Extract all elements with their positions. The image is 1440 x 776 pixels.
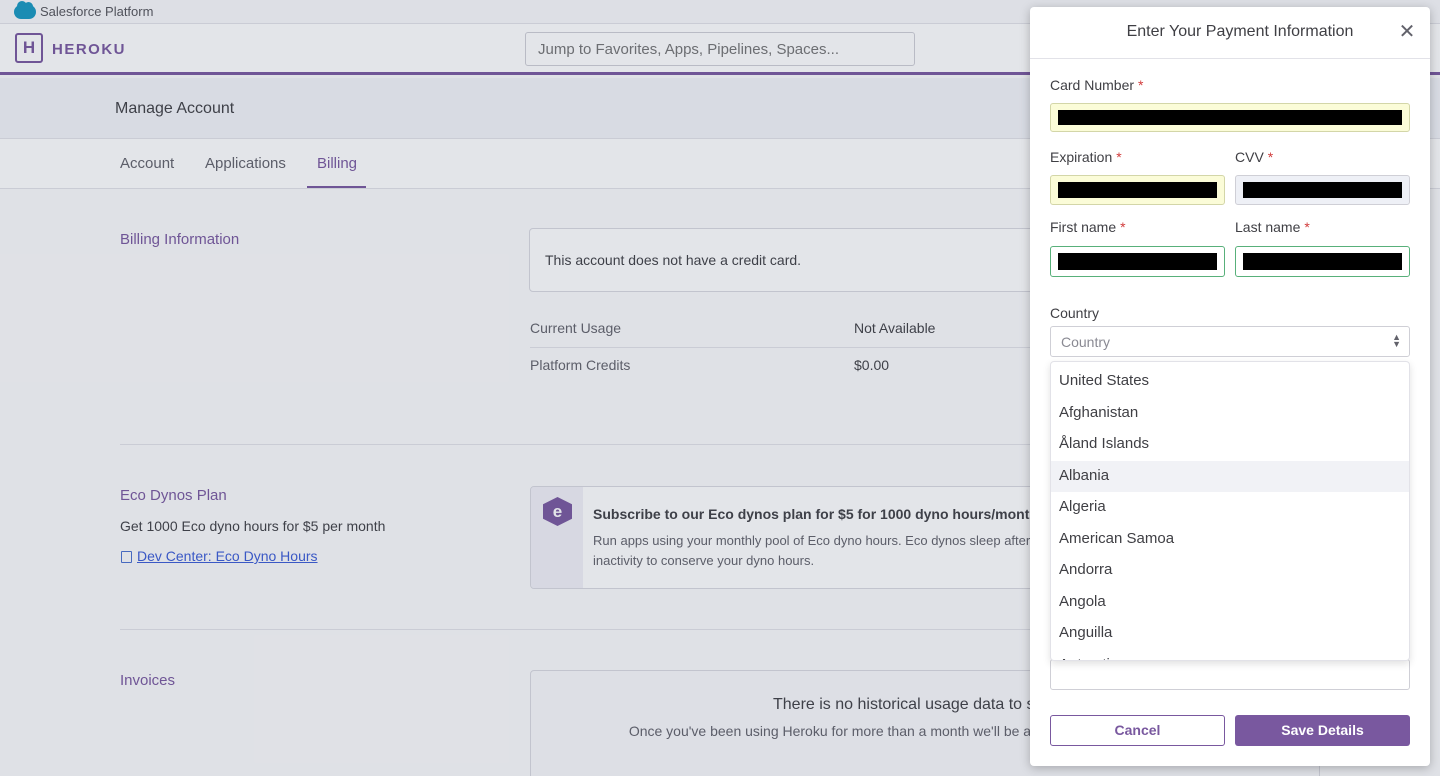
redacted-value xyxy=(1058,110,1402,125)
cvv-label: CVV * xyxy=(1235,149,1273,165)
first-name-label-text: First name xyxy=(1050,219,1117,235)
last-name-input[interactable] xyxy=(1235,246,1410,277)
card-number-label: Card Number * xyxy=(1050,77,1143,93)
expiration-input[interactable] xyxy=(1050,175,1225,205)
required-mark: * xyxy=(1304,219,1310,235)
card-number-label-text: Card Number xyxy=(1050,77,1135,93)
redacted-value xyxy=(1243,182,1402,198)
cancel-button[interactable]: Cancel xyxy=(1050,715,1225,746)
card-number-input[interactable] xyxy=(1050,103,1410,132)
state-input[interactable] xyxy=(1050,659,1410,690)
required-mark: * xyxy=(1267,149,1274,165)
required-mark: * xyxy=(1138,77,1144,93)
country-option[interactable]: United States xyxy=(1051,366,1409,397)
cvv-label-text: CVV xyxy=(1235,149,1264,165)
country-select-value: Country xyxy=(1061,334,1111,350)
required-mark: * xyxy=(1120,219,1126,235)
country-option[interactable]: Andorra xyxy=(1051,555,1409,586)
country-option[interactable]: Afghanistan xyxy=(1051,398,1409,429)
modal-header: Enter Your Payment Information ✕ xyxy=(1030,7,1430,59)
redacted-value xyxy=(1058,182,1217,198)
modal-title: Enter Your Payment Information xyxy=(1126,23,1354,40)
expiration-label-text: Expiration xyxy=(1050,149,1113,165)
country-dropdown[interactable]: United States Afghanistan Åland Islands … xyxy=(1050,361,1410,661)
last-name-label-text: Last name xyxy=(1235,219,1301,235)
cvv-input[interactable] xyxy=(1235,175,1410,205)
last-name-label: Last name * xyxy=(1235,219,1310,235)
close-icon[interactable]: ✕ xyxy=(1396,19,1418,45)
country-option[interactable]: Angola xyxy=(1051,587,1409,618)
country-label: Country xyxy=(1050,305,1100,321)
required-mark: * xyxy=(1116,149,1122,165)
redacted-value xyxy=(1243,253,1402,270)
first-name-input[interactable] xyxy=(1050,246,1225,277)
payment-modal: Enter Your Payment Information ✕ Card Nu… xyxy=(1030,7,1430,766)
save-details-button[interactable]: Save Details xyxy=(1235,715,1410,746)
first-name-label: First name * xyxy=(1050,219,1126,235)
country-option[interactable]: Anguilla xyxy=(1051,618,1409,649)
country-option[interactable]: Algeria xyxy=(1051,492,1409,523)
chevron-updown-icon: ▲ ▼ xyxy=(1392,332,1401,349)
country-option-hovered[interactable]: Albania xyxy=(1051,461,1409,492)
country-select[interactable]: Country ▲ ▼ xyxy=(1050,326,1410,357)
expiration-label: Expiration * xyxy=(1050,149,1122,165)
country-option[interactable]: American Samoa xyxy=(1051,524,1409,555)
redacted-value xyxy=(1058,253,1217,270)
country-option[interactable]: Antarctica xyxy=(1051,650,1409,660)
country-option[interactable]: Åland Islands xyxy=(1051,429,1409,460)
